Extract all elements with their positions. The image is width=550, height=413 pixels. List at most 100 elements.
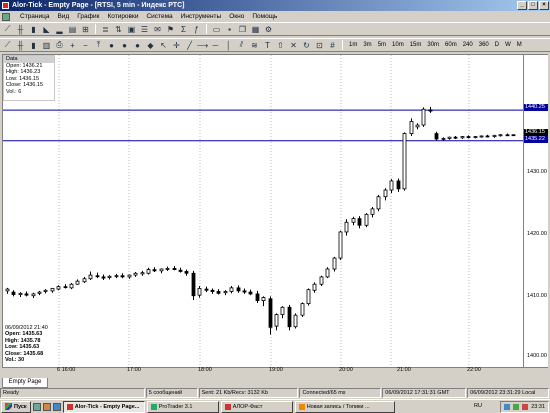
timeframe-360[interactable]: 360 [477,40,491,51]
cascade-icon[interactable]: ❐ [237,24,248,35]
area-chart-icon[interactable]: ◣ [41,24,52,35]
start-label: Пуск [14,403,27,410]
candle-body [50,288,55,292]
chart-toolbar: ⟋ ╫ ▮ ▥ ⎙ + − ⤒ ● ● ● ◆ ↖ ✛ ╱ ⟶ ─ │ ⫽ ≋ … [0,38,550,52]
menu-chart[interactable]: График [73,11,103,22]
timeframe-15m[interactable]: 15m [408,40,424,51]
delete-object-icon[interactable]: ✕ [288,40,299,51]
maximize-button[interactable]: □ [528,1,538,10]
menu-help[interactable]: Помощь [248,11,281,22]
text-tool-icon[interactable]: T [262,40,273,51]
refresh-icon[interactable]: ↻ [301,40,312,51]
menu-window[interactable]: Окно [225,11,248,22]
trend-line-icon[interactable]: ╱ [184,40,195,51]
save-icon[interactable]: ▪ [224,24,235,35]
timeframe-week[interactable]: W [503,40,513,51]
timeframe-3m[interactable]: 3m [361,40,373,51]
timeframe-10m[interactable]: 10m [390,40,406,51]
main-toolbar: ⟋ ╫ ▮ ◣ ▂ ▤ ⊞ ≣ ⇅ ▣ ☰ ✉ ⚑ Σ ƒ ▭ ▪ ❐ ▦ ⚙ [0,22,550,36]
volume-chart-icon[interactable]: ▂ [54,24,65,35]
horizontal-line-icon[interactable]: ─ [210,40,221,51]
object-icon[interactable]: ● [132,40,143,51]
histogram-icon[interactable]: ▥ [41,40,52,51]
line-chart-icon[interactable]: ⟋ [2,24,13,35]
task-browser[interactable]: Новая запись / Топики ... [294,400,395,413]
language-indicator[interactable]: RU [474,403,482,409]
settings-icon[interactable]: ⚙ [263,24,274,35]
line-chart-icon[interactable]: ⟋ [2,40,13,51]
crosshair-icon[interactable]: ✛ [171,40,182,51]
portfolio-icon[interactable]: ▣ [126,24,137,35]
color-icon[interactable]: ◆ [145,40,156,51]
timeframe-5m[interactable]: 5m [376,40,388,51]
indicators-icon[interactable]: ƒ [191,24,202,35]
timeframe-1m[interactable]: 1m [347,40,359,51]
zoom-in-icon[interactable]: + [67,40,78,51]
menu-view[interactable]: Вид [53,11,73,22]
vertical-line-icon[interactable]: │ [223,40,234,51]
start-button[interactable]: Пуск [1,400,31,413]
chart-panel[interactable]: Data Open: 1436.21 High: 1436.23 Low: 14… [2,54,548,373]
quicklaunch-icon[interactable] [32,402,41,411]
window-title-bar[interactable]: Alor-Tick - Empty Page - [RTSI, 5 min - … [0,0,550,11]
bar-chart-icon[interactable]: ╫ [15,24,26,35]
object-icon[interactable]: ● [106,40,117,51]
grid-icon[interactable]: # [327,40,338,51]
print-icon[interactable]: ⎙ [54,40,65,51]
candle-body [261,297,266,302]
quotes-table-icon[interactable]: ▤ [67,24,78,35]
candle-body [434,133,439,140]
ray-icon[interactable]: ⟶ [197,40,208,51]
news-icon[interactable]: ✉ [152,24,163,35]
candle-chart-icon[interactable]: ▮ [28,40,39,51]
menu-quotes[interactable]: Котировки [103,11,142,22]
timeframe-30m[interactable]: 30m [425,40,441,51]
quicklaunch-icon[interactable] [52,402,61,411]
candle-body [485,135,490,138]
quicklaunch-icon[interactable] [42,402,51,411]
timeframe-240[interactable]: 240 [461,40,475,51]
order-book-icon[interactable]: ≣ [100,24,111,35]
task-protrader[interactable]: ProTrader 3.1 [146,400,219,413]
bar-chart-icon[interactable]: ╫ [15,40,26,51]
object-icon[interactable]: ● [119,40,130,51]
candle-body [473,136,478,138]
minimize-button[interactable]: _ [517,1,527,10]
top-icon[interactable]: ⤒ [93,40,104,51]
candlestick-chart[interactable] [3,55,523,367]
timeframe-60m[interactable]: 60m [443,40,459,51]
task-alor-tick[interactable]: Alor-Tick - Empty Page... [62,400,145,413]
new-page-icon[interactable]: ▭ [211,24,222,35]
candle-body [210,289,215,292]
zoom-out-icon[interactable]: − [80,40,91,51]
menu-tools[interactable]: Инструменты [177,11,226,22]
tab-empty-page[interactable]: Empty Page [2,378,48,388]
alerts-icon[interactable]: ⚑ [165,24,176,35]
status-messages[interactable]: 5 сообщений [145,388,198,398]
tray-icon[interactable] [513,404,520,410]
add-chart-icon[interactable]: ⊞ [80,24,91,35]
trades-icon[interactable]: ⇅ [113,24,124,35]
close-button[interactable]: × [539,1,549,10]
system-menu-icon[interactable] [2,12,10,21]
timeframe-day[interactable]: D [493,40,501,51]
candle-body [191,272,196,297]
arrow-tool-icon[interactable]: ⇧ [275,40,286,51]
candle-chart-icon[interactable]: ▮ [28,24,39,35]
timeframe-month[interactable]: M [515,40,524,51]
stats-icon[interactable]: Σ [178,24,189,35]
candle-body [447,136,452,139]
task-alor-fast[interactable]: АЛОР-Фаст [220,400,293,413]
fibonacci-icon[interactable]: ≋ [249,40,260,51]
cursor-icon[interactable]: ↖ [158,40,169,51]
channel-icon[interactable]: ⫽ [236,40,247,51]
lock-icon[interactable]: ⊡ [314,40,325,51]
orders-icon[interactable]: ☰ [139,24,150,35]
tray-icon[interactable] [504,404,511,410]
tray-icon[interactable] [522,404,529,410]
menu-system[interactable]: Система [142,11,176,22]
candle-body [127,274,132,278]
menu-page[interactable]: Страница [16,11,53,22]
tile-icon[interactable]: ▦ [250,24,261,35]
price-scale[interactable]: 1440.25 1436.15 1435.22 1430.00 1420.00 … [523,55,548,367]
